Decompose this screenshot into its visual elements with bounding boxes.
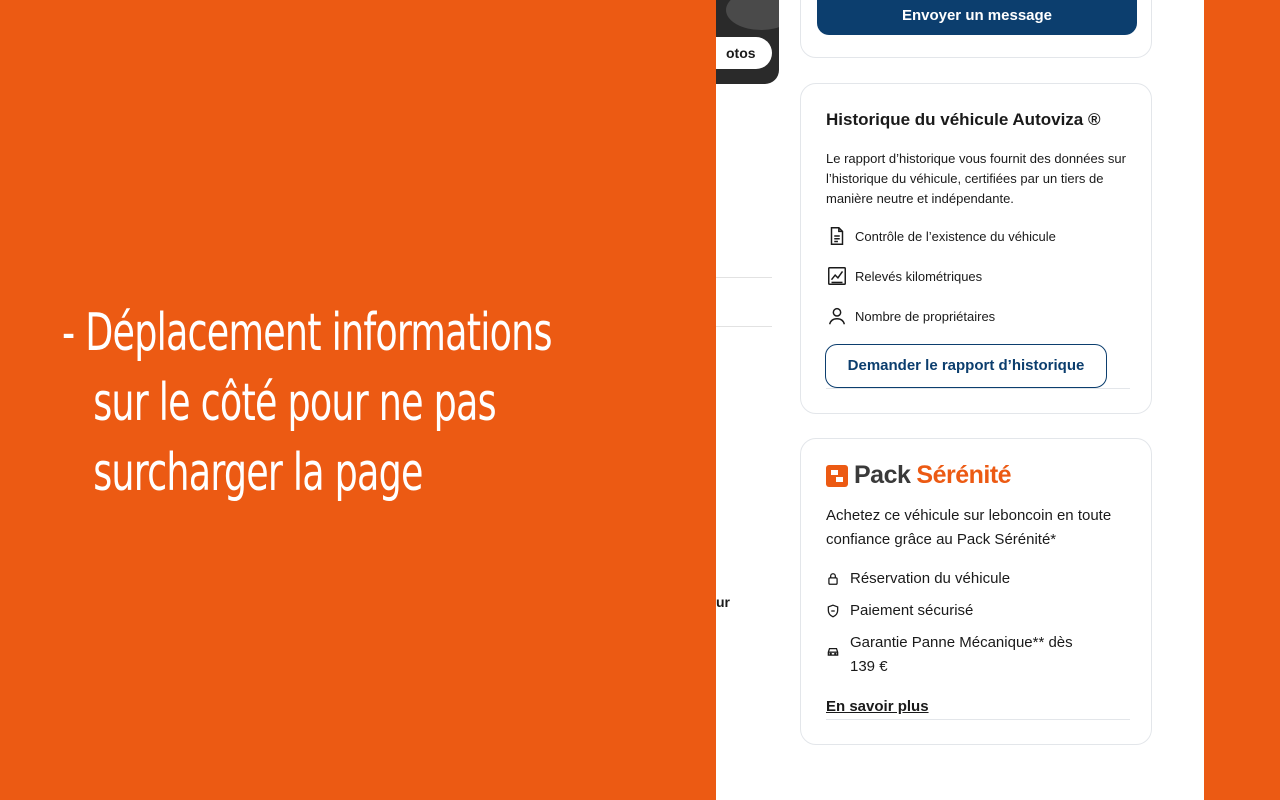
- chart-icon: [828, 267, 846, 285]
- all-photos-button[interactable]: otos: [716, 37, 772, 69]
- person-icon: [828, 307, 846, 325]
- pack-feature-label: Paiement sécurisé: [850, 602, 974, 619]
- slide-caption: - Déplacement informations sur le côté p…: [62, 298, 561, 508]
- pack-feature: Paiement sécurisé: [826, 599, 1100, 623]
- orange-background-right: [1204, 0, 1280, 800]
- caption-line-3: surcharger la page: [93, 443, 423, 503]
- history-description: Le rapport d’historique vous fournit des…: [826, 151, 1126, 206]
- pack-logo-word2: Sérénité: [916, 461, 1012, 489]
- divider: [826, 719, 1130, 720]
- contact-card: Envoyer un message: [800, 0, 1152, 58]
- pack-serenite-card: Pack Sérénité Achetez ce véhicule sur le…: [800, 438, 1152, 745]
- learn-more-link[interactable]: En savoir plus: [826, 698, 929, 715]
- divider: [716, 326, 772, 327]
- pack-feature: Garantie Panne Mécanique** dès 139 €: [826, 631, 1100, 679]
- history-feature: Nombre de propriétaires: [826, 305, 995, 327]
- pack-description: Achetez ce véhicule sur leboncoin en tou…: [826, 507, 1112, 548]
- send-message-button[interactable]: Envoyer un message: [817, 0, 1137, 35]
- pack-logo-icon: [826, 464, 848, 487]
- history-feature: Relevés kilométriques: [826, 265, 982, 287]
- listing-page-screenshot: otos ur Envoyer un message Historique du…: [716, 0, 1204, 800]
- history-feature-label: Nombre de propriétaires: [855, 308, 996, 324]
- caption-line-1: - Déplacement informations: [62, 303, 553, 363]
- shield-icon: [827, 604, 839, 618]
- caption-line-2: sur le côté pour ne pas: [93, 373, 496, 433]
- pack-feature-label: Réservation du véhicule: [850, 570, 1011, 587]
- divider: [826, 388, 1130, 389]
- history-card: Historique du véhicule Autoviza ® Le rap…: [800, 83, 1152, 414]
- lock-icon: [828, 573, 838, 585]
- history-feature-label: Relevés kilométriques: [855, 268, 983, 284]
- document-icon: [830, 227, 844, 245]
- divider: [716, 277, 772, 278]
- history-title: Historique du véhicule Autoviza ®: [826, 110, 1101, 129]
- request-history-report-button[interactable]: Demander le rapport d’historique: [825, 344, 1107, 388]
- pack-feature: Réservation du véhicule: [826, 567, 1100, 591]
- history-feature-label: Contrôle de l’existence du véhicule: [855, 228, 1056, 244]
- truncated-text: ur: [716, 594, 730, 610]
- pack-feature-label: Garantie Panne Mécanique** dès 139 €: [850, 634, 1073, 675]
- car-icon: [827, 648, 839, 656]
- pack-serenite-logo: Pack Sérénité: [825, 461, 1012, 490]
- pack-logo-word1: Pack: [854, 461, 911, 489]
- history-feature: Contrôle de l’existence du véhicule: [826, 225, 1056, 247]
- orange-background-left: - Déplacement informations sur le côté p…: [0, 0, 716, 800]
